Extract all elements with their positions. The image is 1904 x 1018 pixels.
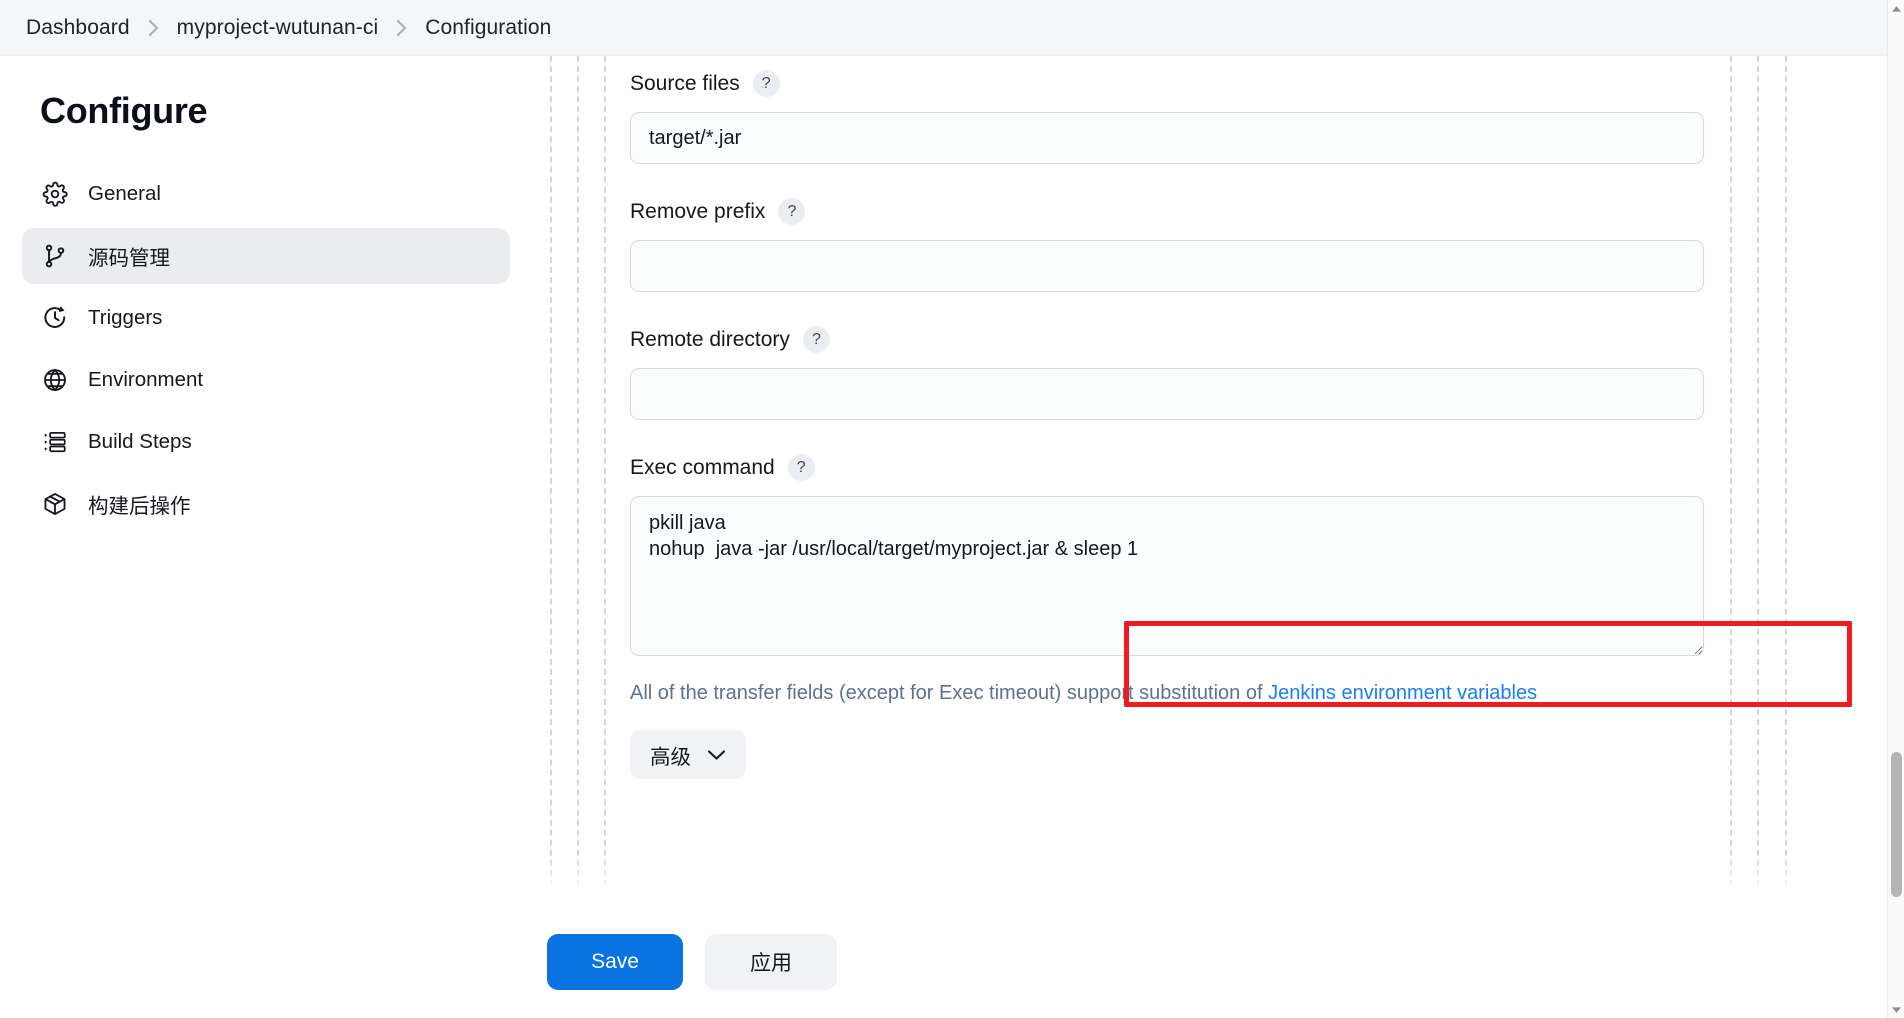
breadcrumb-item-configuration[interactable]: Configuration [425, 16, 551, 40]
help-icon[interactable]: ? [778, 198, 806, 225]
sidebar-item-label: Triggers [88, 306, 163, 329]
page-title: Configure [40, 90, 208, 131]
field-label: Exec command [630, 455, 775, 479]
triangle-up-icon[interactable] [1888, 0, 1904, 17]
jenkins-environment-variables-link[interactable]: Jenkins environment variables [1268, 682, 1537, 704]
page-scrollbar[interactable] [1887, 0, 1904, 1018]
sidebar: Configure General 源码管理 Triggers Environm… [0, 56, 530, 906]
field-label: Remote directory [630, 327, 790, 351]
advanced-button-label: 高级 [650, 745, 691, 769]
globe-icon [40, 365, 70, 395]
sidebar-item-label: Environment [88, 368, 204, 391]
clock-icon [40, 303, 70, 333]
breadcrumb-item-dashboard[interactable]: Dashboard [26, 16, 130, 40]
git-branch-icon [40, 241, 70, 271]
exec-command-textarea[interactable] [630, 496, 1704, 656]
list-icon [40, 427, 70, 457]
triangle-down-icon[interactable] [1888, 1001, 1904, 1018]
scrollbar-thumb[interactable] [1891, 752, 1902, 897]
sidebar-item-post-build-actions[interactable]: 构建后操作 [22, 476, 510, 532]
field-remove-prefix: Remove prefix ? [630, 198, 1730, 292]
form-nesting-guide [604, 56, 606, 906]
helper-text-prefix: All of the transfer fields (except for E… [630, 682, 1269, 704]
chevron-down-icon [707, 743, 726, 767]
form-nesting-guide [1785, 56, 1787, 906]
form-action-bar: Save 应用 [0, 906, 1887, 1018]
sidebar-item-label: Build Steps [88, 430, 192, 453]
sidebar-item-label: General [88, 182, 161, 205]
jenkins-configuration-page: Dashboard myproject-wutunan-ci Configura… [0, 0, 1904, 1018]
field-exec-command: Exec command ? [630, 454, 1730, 656]
configuration-form: Source files ? Remove prefix ? [530, 56, 1887, 906]
remote-directory-input[interactable] [630, 368, 1704, 420]
help-icon[interactable]: ? [787, 454, 815, 481]
help-icon[interactable]: ? [802, 326, 830, 353]
breadcrumb: Dashboard myproject-wutunan-ci Configura… [0, 0, 1887, 56]
form-nesting-guide [550, 56, 552, 906]
package-icon [40, 489, 70, 519]
form-nesting-guide [577, 56, 579, 906]
transfer-fields-helper-text: All of the transfer fields (except for E… [630, 680, 1730, 706]
field-label: Source files [630, 71, 740, 95]
source-files-input[interactable] [630, 112, 1704, 164]
field-remote-directory: Remote directory ? [630, 326, 1730, 420]
field-source-files: Source files ? [630, 56, 1730, 164]
sidebar-item-build-steps[interactable]: Build Steps [22, 414, 510, 470]
sidebar-item-environment[interactable]: Environment [22, 352, 510, 408]
form-nesting-guide [1757, 56, 1759, 906]
sidebar-item-source-code-management[interactable]: 源码管理 [22, 228, 510, 284]
help-icon[interactable]: ? [752, 70, 780, 97]
apply-button[interactable]: 应用 [705, 934, 837, 990]
form-nesting-guide [1730, 56, 1732, 906]
breadcrumb-item-project[interactable]: myproject-wutunan-ci [177, 16, 379, 40]
remove-prefix-input[interactable] [630, 240, 1704, 292]
advanced-button[interactable]: 高级 [630, 730, 746, 779]
sidebar-item-triggers[interactable]: Triggers [22, 290, 510, 346]
page-content: Configure General 源码管理 Triggers Environm… [0, 56, 1887, 906]
chevron-right-icon [395, 18, 408, 38]
sidebar-item-label: 源码管理 [88, 247, 170, 270]
field-label: Remove prefix [630, 199, 766, 223]
sidebar-item-label: 构建后操作 [88, 495, 191, 518]
chevron-right-icon [147, 18, 160, 38]
gear-icon [40, 179, 70, 209]
sidebar-item-general[interactable]: General [22, 166, 510, 222]
save-button[interactable]: Save [547, 934, 683, 990]
